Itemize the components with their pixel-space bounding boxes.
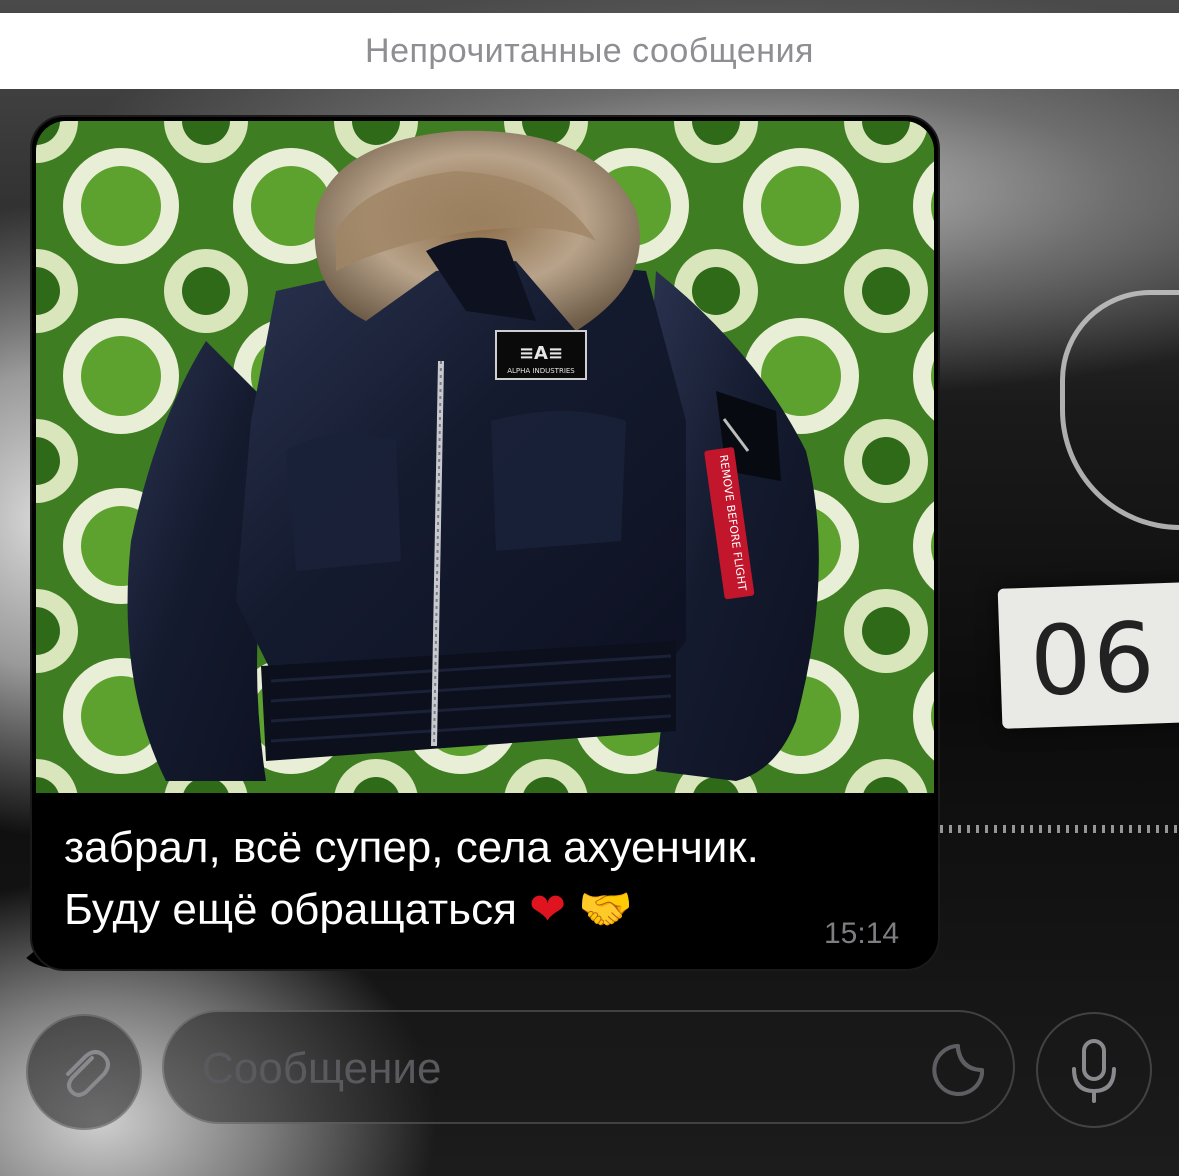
jacket-photo-illustration: ≡A≡ ALPHA INDUSTRIES REMOVE BEFORE FLIGH… xyxy=(36,121,934,793)
wallpaper-sparkles xyxy=(940,825,1179,833)
license-plate-text: 06 xyxy=(1028,601,1159,718)
incoming-message-bubble[interactable]: ≡A≡ ALPHA INDUSTRIES REMOVE BEFORE FLIGH… xyxy=(30,115,940,971)
sticker-icon xyxy=(932,1044,984,1096)
handshake-emoji: 🤝 xyxy=(578,884,634,935)
message-input[interactable] xyxy=(200,1040,904,1098)
voice-record-button[interactable] xyxy=(1036,1012,1152,1128)
heart-emoji: ❤ xyxy=(529,884,567,935)
message-input-field[interactable] xyxy=(162,1010,1015,1124)
message-photo[interactable]: ≡A≡ ALPHA INDUSTRIES REMOVE BEFORE FLIGH… xyxy=(36,121,934,793)
wallpaper-car-headlight xyxy=(1060,290,1179,530)
attach-button[interactable] xyxy=(26,1014,142,1130)
message-text-line-2: Буду ещё обращаться ❤ 🤝 xyxy=(64,879,894,941)
wallpaper-license-plate: 06 xyxy=(997,581,1179,729)
sticker-button[interactable] xyxy=(928,1040,988,1100)
microphone-icon xyxy=(1072,1039,1116,1103)
unread-messages-label: Непрочитанные сообщения xyxy=(365,31,814,70)
message-text: забрал, всё супер, села ахуенчик. Буду е… xyxy=(64,817,894,941)
paperclip-icon xyxy=(66,1050,110,1097)
message-composer xyxy=(0,990,1179,1176)
message-text-line-2-text: Буду ещё обращаться xyxy=(64,885,517,934)
patch-text: ALPHA INDUSTRIES xyxy=(507,367,575,375)
svg-text:≡A≡: ≡A≡ xyxy=(519,343,563,364)
unread-messages-banner: Непрочитанные сообщения xyxy=(0,13,1179,89)
message-timestamp: 15:14 xyxy=(824,917,900,950)
message-text-line-1: забрал, всё супер, села ахуенчик. xyxy=(64,823,759,872)
